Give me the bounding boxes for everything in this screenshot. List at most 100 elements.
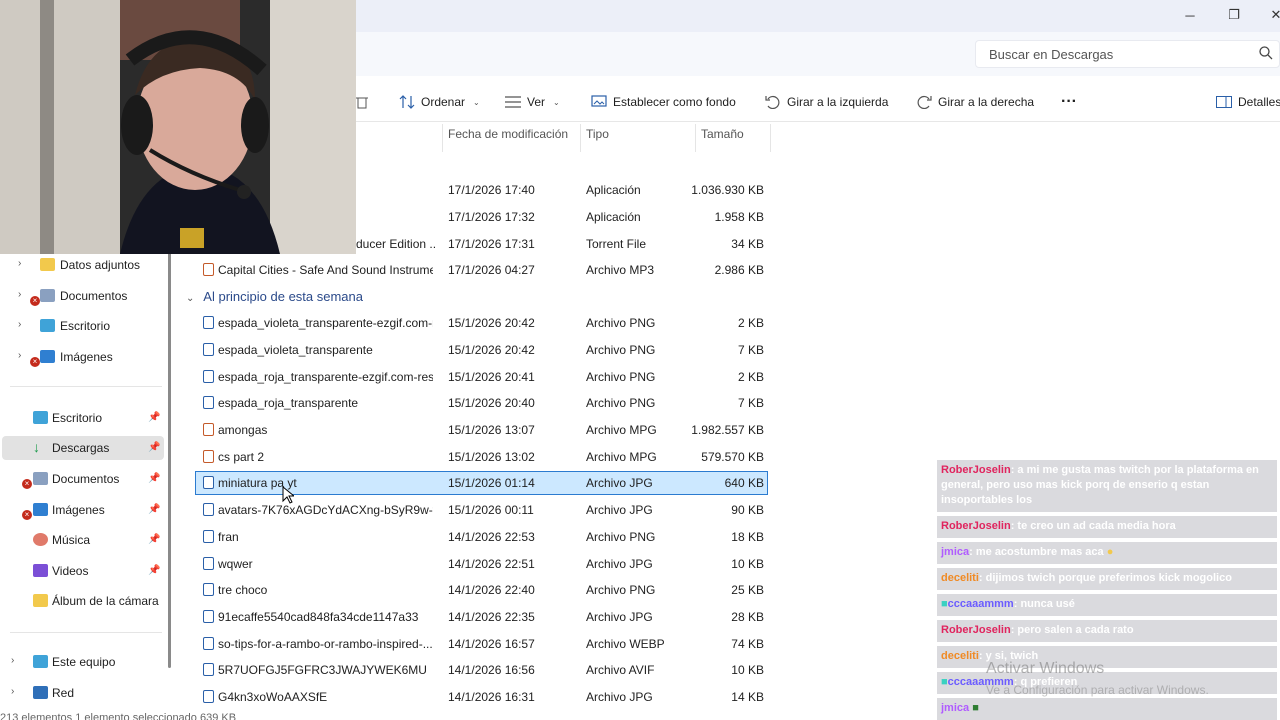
chevron-right-icon[interactable]: › xyxy=(18,319,21,330)
sidebar-item-escritorio[interactable]: › Escritorio xyxy=(0,314,162,338)
file-row[interactable]: tre choco 14/1/2026 22:40 Archivo PNG 25… xyxy=(195,578,768,602)
sidebar-item-datos-adjuntos[interactable]: › Datos adjuntos xyxy=(0,253,162,277)
column-divider[interactable] xyxy=(580,124,581,152)
file-row[interactable]: fran 14/1/2026 22:53 Archivo PNG 18 KB xyxy=(195,525,768,549)
file-date: 17/1/2026 04:27 xyxy=(448,263,535,277)
pin-icon[interactable]: 📌 xyxy=(148,565,160,576)
column-divider[interactable] xyxy=(695,124,696,152)
quick-access-camera-roll[interactable]: Álbum de la cámara xyxy=(0,589,162,613)
chevron-right-icon[interactable]: › xyxy=(11,655,14,666)
close-icon[interactable]: ✕ xyxy=(1256,4,1280,26)
column-header-modified[interactable]: Fecha de modificación xyxy=(448,127,568,141)
chat-message: RoberJoselin: a mi me gusta mas twitch p… xyxy=(937,460,1277,512)
more-options-button[interactable]: ··· xyxy=(1061,93,1077,111)
image-file-icon xyxy=(203,476,214,489)
file-size: 28 KB xyxy=(731,610,764,624)
group-label: Al principio de esta semana xyxy=(203,289,363,304)
file-date: 15/1/2026 01:14 xyxy=(448,476,535,490)
pin-icon[interactable]: 📌 xyxy=(148,473,160,484)
file-size: 10 KB xyxy=(731,557,764,571)
file-type: Archivo WEBP xyxy=(586,637,665,651)
file-size: 74 KB xyxy=(731,637,764,651)
file-row[interactable]: espada_roja_transparente 15/1/2026 20:40… xyxy=(195,391,768,415)
sidebar-item-red[interactable]: › Red xyxy=(0,681,162,705)
sidebar-divider xyxy=(10,632,162,633)
pin-icon[interactable]: 📌 xyxy=(148,442,160,453)
file-row[interactable]: avatars-7K76xAGDcYdACXng-bSyR9w-t1... 15… xyxy=(195,498,768,522)
sidebar-item-label: Documentos xyxy=(52,472,120,486)
file-date: 15/1/2026 13:02 xyxy=(448,450,535,464)
chevron-right-icon[interactable]: › xyxy=(18,289,21,300)
quick-access-documentos[interactable]: × Documentos 📌 xyxy=(0,467,162,491)
rotate-right-icon xyxy=(917,95,932,109)
chevron-down-icon: ⌄ xyxy=(553,97,560,107)
stream-chat-overlay: RoberJoselin: a mi me gusta mas twitch p… xyxy=(933,458,1280,720)
column-divider[interactable] xyxy=(442,124,443,152)
file-row[interactable]: espada_roja_transparente-ezgif.com-resiz… xyxy=(195,365,768,389)
sidebar-item-este-equipo[interactable]: › Este equipo xyxy=(0,650,162,674)
chat-message: jmica ■ xyxy=(937,698,1277,720)
chevron-right-icon[interactable]: › xyxy=(18,258,21,269)
activation-watermark-title: Activar Windows xyxy=(986,660,1105,677)
search-box[interactable]: Buscar en Descargas xyxy=(975,40,1280,68)
webcam-person-image xyxy=(0,0,356,254)
file-row-selected[interactable]: miniatura pa yt 15/1/2026 01:14 Archivo … xyxy=(195,471,768,495)
trash-button[interactable] xyxy=(356,93,368,111)
column-divider[interactable] xyxy=(770,124,771,152)
file-row[interactable]: cs part 2 15/1/2026 13:02 Archivo MPG 57… xyxy=(195,445,768,469)
sort-button[interactable]: Ordenar ⌄ xyxy=(399,93,480,111)
image-file-icon xyxy=(203,316,214,329)
file-row[interactable]: amongas 15/1/2026 13:07 Archivo MPG 1.98… xyxy=(195,418,768,442)
pin-icon[interactable]: 📌 xyxy=(148,412,160,423)
details-button[interactable]: Detalles xyxy=(1216,93,1280,111)
file-row[interactable]: 91ecaffe5540cad848fa34cde1147a33 14/1/20… xyxy=(195,605,768,629)
sidebar-item-label: Álbum de la cámara xyxy=(52,594,159,608)
file-row[interactable]: espada_violeta_transparente-ezgif.com-r.… xyxy=(195,311,768,335)
sidebar-item-documentos[interactable]: › × Documentos xyxy=(0,284,162,308)
chat-username: deceliti xyxy=(941,572,979,584)
file-date: 14/1/2026 22:51 xyxy=(448,557,535,571)
set-background-button[interactable]: Establecer como fondo xyxy=(591,93,736,111)
sidebar-divider xyxy=(10,386,162,387)
pin-icon[interactable]: 📌 xyxy=(148,534,160,545)
quick-access-escritorio[interactable]: Escritorio 📌 xyxy=(0,406,162,430)
chevron-right-icon[interactable]: › xyxy=(11,686,14,697)
file-row[interactable]: espada_violeta_transparente 15/1/2026 20… xyxy=(195,338,768,362)
quick-access-descargas[interactable]: ↓ Descargas 📌 xyxy=(2,436,164,460)
sidebar-item-label: Descargas xyxy=(52,441,110,455)
file-row[interactable]: wqwer 14/1/2026 22:51 Archivo JPG 10 KB xyxy=(195,552,768,576)
file-date: 15/1/2026 20:40 xyxy=(448,396,535,410)
quick-access-videos[interactable]: Videos 📌 xyxy=(0,559,162,583)
search-icon[interactable] xyxy=(1257,44,1275,62)
view-button[interactable]: Ver ⌄ xyxy=(505,93,560,111)
rotate-right-button[interactable]: Girar a la derecha xyxy=(916,93,1034,111)
pin-icon[interactable]: 📌 xyxy=(148,504,160,515)
rotate-left-button[interactable]: Girar a la izquierda xyxy=(765,93,888,111)
file-row[interactable]: Capital Cities - Safe And Sound Instrume… xyxy=(195,258,768,282)
column-header-type[interactable]: Tipo xyxy=(586,127,609,141)
documents-icon xyxy=(33,472,48,485)
file-size: 1.958 KB xyxy=(714,210,764,224)
column-header-size[interactable]: Tamaño xyxy=(701,127,744,141)
file-name: espada_roja_transparente-ezgif.com-resiz… xyxy=(218,370,433,384)
quick-access-musica[interactable]: Música 📌 xyxy=(0,528,162,552)
sync-error-icon: × xyxy=(22,479,32,489)
chat-message: RoberJoselin: pero salen a cada rato xyxy=(937,620,1277,642)
file-type: Archivo MPG xyxy=(586,423,657,437)
sidebar-item-imagenes[interactable]: › × Imágenes xyxy=(0,345,162,369)
documents-icon xyxy=(40,289,55,302)
computer-icon xyxy=(33,655,48,668)
quick-access-imagenes[interactable]: × Imágenes 📌 xyxy=(0,498,162,522)
group-header[interactable]: ⌄ Al principio de esta semana xyxy=(186,289,363,304)
sidebar-scrollbar[interactable] xyxy=(168,248,171,668)
restore-icon[interactable]: ❐ xyxy=(1214,4,1254,26)
file-row[interactable]: 5R7UOFGJ5FGFRC3JWAJYWEK6MU 14/1/2026 16:… xyxy=(195,658,768,682)
minimize-icon[interactable]: ─ xyxy=(1170,4,1210,26)
folder-icon xyxy=(33,594,48,607)
file-row[interactable]: so-tips-for-a-rambo-or-rambo-inspired-..… xyxy=(195,632,768,656)
audio-file-icon xyxy=(203,263,214,276)
file-row[interactable]: G4kn3xoWoAAXSfE 14/1/2026 16:31 Archivo … xyxy=(195,685,768,709)
file-date: 17/1/2026 17:40 xyxy=(448,183,535,197)
chevron-right-icon[interactable]: › xyxy=(18,350,21,361)
chat-username: jmica xyxy=(941,546,970,558)
